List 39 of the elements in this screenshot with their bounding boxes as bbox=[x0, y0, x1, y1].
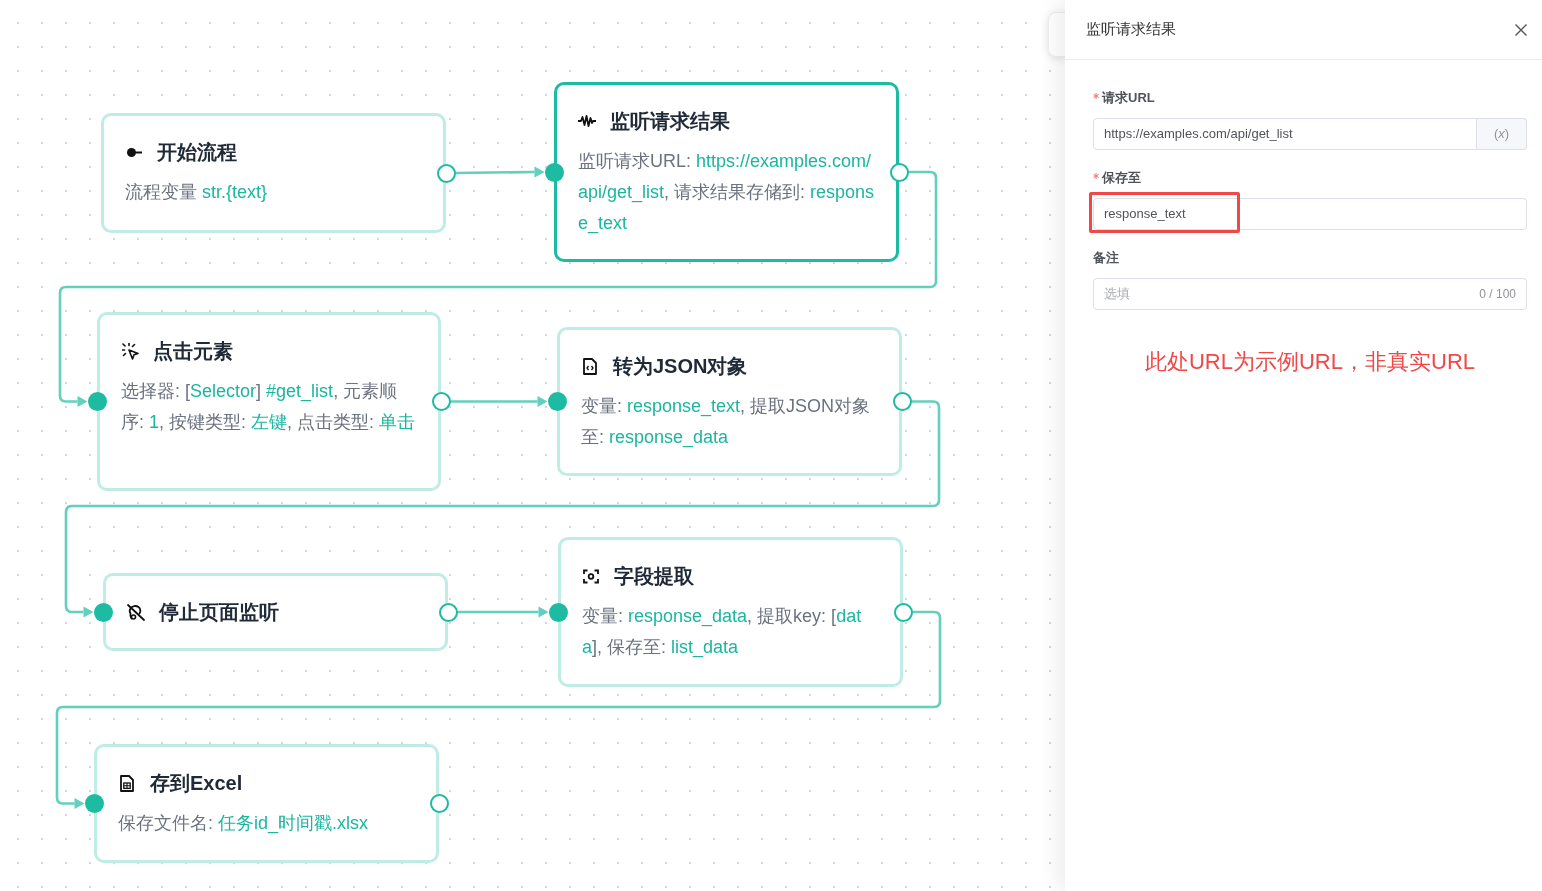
node-description: 流程变量 str.{text} bbox=[125, 181, 269, 204]
node-description: 监听请求URL: https://examples.com/api/get_list, 请求结果存储到: response_text bbox=[578, 150, 875, 236]
waveform-icon bbox=[578, 115, 596, 127]
input-field[interactable]: https://examples.com/api/get_list bbox=[1093, 118, 1477, 150]
flow-node[interactable]: 字段提取 变量: response_data, 提取key: [data], 保存至: list_data bbox=[558, 537, 903, 687]
ear-slash-icon bbox=[127, 603, 145, 621]
node-description: 变量: response_data, 提取key: [data], 保存至: list_data bbox=[582, 605, 863, 660]
input-port[interactable] bbox=[84, 794, 104, 813]
flow-node[interactable]: 存到Excel 保存文件名: 任务id_时间戳.xlsx bbox=[94, 744, 439, 863]
flow-node[interactable]: 开始流程 流程变量 str.{text} bbox=[101, 113, 446, 233]
char-count: 0 / 100 bbox=[1479, 286, 1516, 303]
close-icon bbox=[1515, 23, 1527, 36]
field-label: 备注 bbox=[1093, 249, 1119, 268]
node-title: 存到Excel bbox=[150, 771, 243, 796]
flow-node[interactable]: 点击元素 选择器: [Selector] #get_list, 元素顺序: 1, 按键类型: 左键, 点击类型: 单击 bbox=[97, 312, 441, 491]
node-description: 保存文件名: 任务id_时间戳.xlsx bbox=[118, 812, 370, 836]
cursor-click-icon bbox=[121, 342, 139, 360]
spreadsheet-file-icon bbox=[120, 774, 134, 792]
flow-node[interactable]: 监听请求结果 监听请求URL: https://examples.com/api/get_list, 请求结果存储到: response_text bbox=[554, 82, 899, 262]
node-dot-icon bbox=[126, 147, 142, 157]
note-text: 此处URL为示例URL，非真实URL bbox=[1143, 348, 1476, 376]
input-port[interactable] bbox=[547, 392, 567, 411]
input-port[interactable] bbox=[87, 392, 107, 411]
node-title: 开始流程 bbox=[157, 140, 237, 165]
node-description: 变量: response_text, 提取JSON对象至: response_data bbox=[581, 395, 872, 450]
node-title: 点击元素 bbox=[153, 339, 233, 364]
input-field[interactable]: response_text bbox=[1093, 198, 1527, 230]
node-description: 选择器: [Selector] #get_list, 元素顺序: 1, 按键类型: 左键, 点击类型: 单击 bbox=[121, 380, 417, 434]
node-title: 字段提取 bbox=[614, 564, 694, 589]
field-label: 保存至 bbox=[1102, 169, 1141, 188]
drawer-title: 监听请求结果 bbox=[1086, 19, 1176, 40]
field-label: 请求URL bbox=[1102, 89, 1155, 108]
code-file-icon bbox=[583, 357, 597, 375]
node-title: 监听请求结果 bbox=[610, 109, 730, 134]
node-title: 停止页面监听 bbox=[159, 600, 279, 625]
flow-node[interactable]: 停止页面监听 bbox=[103, 573, 448, 651]
flow-node[interactable]: 转为JSON对象 变量: response_text, 提取JSON对象至: response_data bbox=[557, 327, 902, 476]
scan-icon bbox=[583, 568, 599, 584]
node-title: 转为JSON对象 bbox=[613, 354, 748, 379]
